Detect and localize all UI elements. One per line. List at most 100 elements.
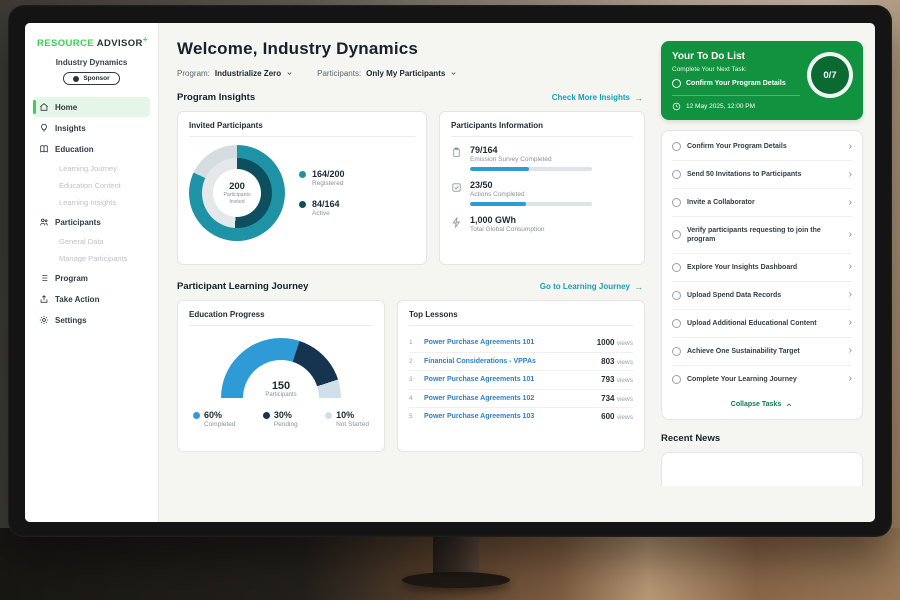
gear-icon bbox=[39, 315, 49, 325]
sidebar-item-education[interactable]: Education bbox=[33, 139, 150, 159]
sponsor-badge-label: Sponsor bbox=[83, 75, 109, 82]
task-checkbox[interactable] bbox=[672, 198, 681, 207]
legend-value: 84/164 bbox=[312, 199, 340, 209]
task-checkbox[interactable] bbox=[672, 319, 681, 328]
sidebar-item-settings[interactable]: Settings bbox=[33, 310, 150, 330]
chevron-right-icon: › bbox=[849, 230, 852, 240]
education-progress-card: Education Progress 150 Participants bbox=[177, 300, 385, 452]
sidebar-item-label: Education Content bbox=[59, 181, 121, 190]
task-checkbox[interactable] bbox=[672, 347, 681, 356]
sidebar-item-learning-journey[interactable]: Learning Journey bbox=[33, 160, 150, 177]
sidebar-item-learning-insights[interactable]: Learning Insights bbox=[33, 194, 150, 211]
program-filter-value: Industrialize Zero bbox=[215, 69, 281, 78]
lesson-link[interactable]: Power Purchase Agreements 101 bbox=[424, 339, 590, 346]
info-stat-fill bbox=[470, 167, 529, 171]
task-row[interactable]: Explore Your Insights Dashboard › bbox=[672, 254, 852, 282]
lesson-row: 4 Power Purchase Agreements 102 734 view… bbox=[409, 390, 633, 409]
task-checkbox[interactable] bbox=[672, 375, 681, 384]
lesson-link[interactable]: Power Purchase Agreements 103 bbox=[424, 413, 594, 420]
collapse-tasks-link[interactable]: Collapse Tasks bbox=[672, 393, 852, 415]
check-more-insights-link[interactable]: Check More Insights → bbox=[552, 93, 643, 103]
task-label: Invite a Collaborator bbox=[687, 198, 843, 207]
chevron-right-icon: › bbox=[849, 262, 852, 272]
task-row[interactable]: Verify participants requesting to join t… bbox=[672, 217, 852, 254]
lesson-views: 600 views bbox=[601, 412, 633, 421]
sidebar-item-home[interactable]: Home bbox=[33, 97, 150, 117]
collapse-label: Collapse Tasks bbox=[731, 401, 781, 408]
task-label: Send 50 Invitations to Participants bbox=[687, 170, 843, 179]
stat-value: 23/50 bbox=[470, 180, 592, 190]
legend-item-active: 84/164 Active bbox=[299, 199, 345, 217]
task-checkbox[interactable] bbox=[672, 170, 681, 179]
sidebar-item-general-data[interactable]: General Data bbox=[33, 233, 150, 250]
sidebar-item-manage-participants[interactable]: Manage Participants bbox=[33, 250, 150, 267]
task-row[interactable]: Invite a Collaborator › bbox=[672, 189, 852, 217]
todo-panel: Your To Do List Complete Your Next Task:… bbox=[657, 23, 875, 522]
task-checkbox[interactable] bbox=[672, 291, 681, 300]
todo-due: 12 May 2025, 12:00 PM bbox=[672, 102, 852, 111]
task-label: Explore Your Insights Dashboard bbox=[687, 263, 843, 272]
card-title: Invited Participants bbox=[189, 121, 415, 137]
sidebar-item-insights[interactable]: Insights bbox=[33, 118, 150, 138]
sidebar-nav: Home Insights Education Learning Journey… bbox=[33, 97, 150, 330]
sidebar-item-take-action[interactable]: Take Action bbox=[33, 289, 150, 309]
legend-item-completed: 60% Completed bbox=[193, 410, 235, 428]
go-to-learning-journey-link[interactable]: Go to Learning Journey → bbox=[540, 282, 643, 292]
education-legend-dot bbox=[263, 412, 270, 419]
link-label: Go to Learning Journey bbox=[540, 282, 630, 291]
sidebar-item-education-content[interactable]: Education Content bbox=[33, 177, 150, 194]
task-checkbox[interactable] bbox=[672, 142, 681, 151]
task-row[interactable]: Achieve One Sustainability Target › bbox=[672, 338, 852, 366]
sidebar-item-program[interactable]: Program bbox=[33, 268, 150, 288]
task-checkbox[interactable] bbox=[672, 263, 681, 272]
lesson-link[interactable]: Power Purchase Agreements 101 bbox=[424, 376, 594, 383]
task-row[interactable]: Confirm Your Program Details › bbox=[672, 133, 852, 161]
lesson-link[interactable]: Financial Considerations - VPPAs bbox=[424, 358, 594, 365]
education-progress-gauge: 150 Participants bbox=[221, 338, 341, 398]
stat-label: Actions Completed bbox=[470, 191, 592, 198]
sidebar-item-label: General Data bbox=[59, 237, 104, 246]
donut-center-label: Participants Invited bbox=[218, 192, 256, 205]
sponsor-badge-icon bbox=[73, 76, 79, 82]
gauge-center: 150 Participants bbox=[221, 380, 341, 398]
lesson-row: 5 Power Purchase Agreements 103 600 view… bbox=[409, 408, 633, 426]
legend-item-registered: 164/200 Registered bbox=[299, 169, 345, 187]
stat-emission-survey: 79/164 Emission Survey Completed bbox=[451, 145, 633, 171]
chevron-right-icon: › bbox=[849, 374, 852, 384]
chevron-right-icon: › bbox=[849, 170, 852, 180]
lesson-link[interactable]: Power Purchase Agreements 102 bbox=[424, 395, 594, 402]
link-label: Check More Insights bbox=[552, 93, 630, 102]
progress-bar bbox=[470, 167, 592, 171]
legend-label: Active bbox=[312, 210, 340, 217]
info-stat-fill bbox=[470, 202, 526, 206]
card-title: Top Lessons bbox=[409, 310, 633, 326]
gauge-center-value: 150 bbox=[221, 380, 341, 392]
recent-news-card bbox=[661, 452, 863, 486]
invited-legend-dot bbox=[299, 171, 306, 178]
progress-bar bbox=[470, 202, 592, 206]
gauge-center-label: Participants bbox=[221, 392, 341, 398]
todo-next-task[interactable]: Confirm Your Program Details bbox=[672, 79, 807, 88]
task-row[interactable]: Upload Spend Data Records › bbox=[672, 282, 852, 310]
sidebar-item-label: Take Action bbox=[55, 295, 99, 304]
chevron-right-icon: › bbox=[849, 290, 852, 300]
legend-label: Not Started bbox=[336, 421, 369, 428]
sidebar-item-label: Participants bbox=[55, 218, 101, 227]
participants-filter-label: Participants: bbox=[317, 69, 361, 78]
learning-journey-title: Participant Learning Journey bbox=[177, 281, 308, 292]
app-screen: RESOURCE ADVISOR+ Industry Dynamics Spon… bbox=[25, 23, 875, 522]
todo-due-text: 12 May 2025, 12:00 PM bbox=[686, 103, 755, 110]
check-square-icon bbox=[451, 182, 462, 193]
legend-value: 30% bbox=[274, 410, 298, 420]
task-checkbox[interactable] bbox=[672, 230, 681, 239]
clipboard-icon bbox=[451, 147, 462, 158]
sidebar-item-participants[interactable]: Participants bbox=[33, 212, 150, 232]
participants-filter-dropdown[interactable]: Participants: Only My Participants bbox=[317, 69, 457, 78]
task-row[interactable]: Upload Additional Educational Content › bbox=[672, 310, 852, 338]
lesson-row: 1 Power Purchase Agreements 101 1000 vie… bbox=[409, 334, 633, 353]
chevron-right-icon: › bbox=[849, 318, 852, 328]
task-row[interactable]: Send 50 Invitations to Participants › bbox=[672, 161, 852, 189]
todo-next-label: Confirm Your Program Details bbox=[686, 80, 786, 87]
task-row[interactable]: Complete Your Learning Journey › bbox=[672, 366, 852, 393]
program-filter-dropdown[interactable]: Program: Industrialize Zero bbox=[177, 69, 293, 78]
